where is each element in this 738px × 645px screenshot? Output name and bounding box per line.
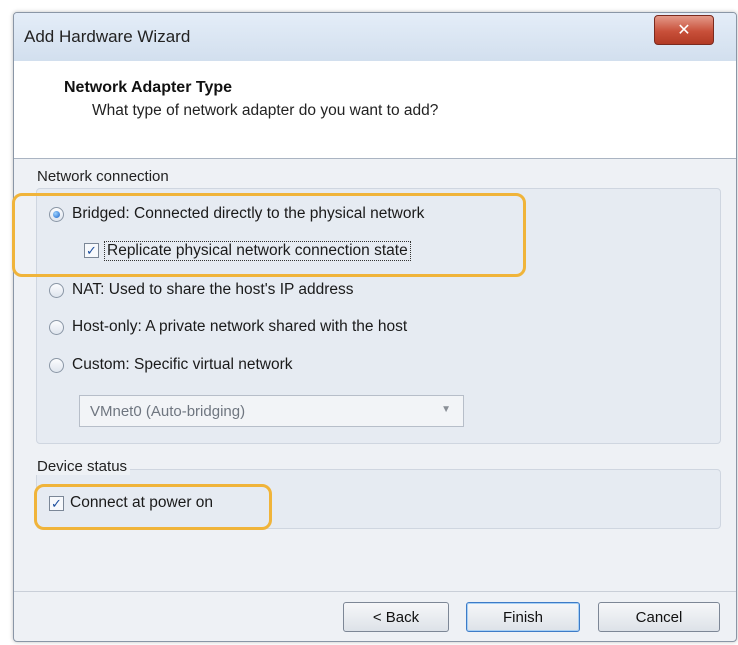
custom-network-value: VMnet0 (Auto-bridging)	[90, 403, 246, 420]
page-title: Network Adapter Type	[64, 79, 233, 96]
custom-network-select[interactable]: VMnet0 (Auto-bridging) ▼	[79, 395, 464, 427]
bridged-radio[interactable]	[49, 207, 64, 222]
close-icon: ✕	[677, 22, 691, 39]
wizard-header: Network Adapter Type What type of networ…	[14, 61, 736, 159]
chevron-down-icon: ▼	[441, 404, 451, 415]
connect-power-label[interactable]: Connect at power on	[70, 494, 213, 512]
title-bar: Add Hardware Wizard ✕	[14, 13, 736, 62]
host-only-radio[interactable]	[49, 320, 64, 335]
custom-radio[interactable]	[49, 358, 64, 373]
nat-radio[interactable]	[49, 283, 64, 298]
back-button[interactable]: < Back	[343, 602, 449, 632]
bridged-label[interactable]: Bridged: Connected directly to the physi…	[72, 205, 424, 223]
footer-divider	[14, 591, 736, 592]
close-button[interactable]: ✕	[654, 15, 714, 45]
host-only-label[interactable]: Host-only: A private network shared with…	[72, 318, 407, 336]
checkmark-icon: ✓	[86, 243, 97, 258]
wizard-window: Add Hardware Wizard ✕ Network Adapter Ty…	[13, 12, 737, 642]
nat-label[interactable]: NAT: Used to share the host's IP address	[72, 281, 354, 299]
page-subtitle: What type of network adapter do you want…	[92, 102, 439, 119]
device-status-label: Device status	[34, 458, 131, 475]
finish-button[interactable]: Finish	[466, 602, 580, 632]
checkmark-icon: ✓	[51, 496, 62, 511]
replicate-state-label[interactable]: Replicate physical network connection st…	[104, 241, 411, 261]
cancel-button[interactable]: Cancel	[598, 602, 720, 632]
replicate-state-checkbox[interactable]: ✓	[84, 243, 99, 258]
custom-label[interactable]: Custom: Specific virtual network	[72, 356, 293, 374]
network-connection-label: Network connection	[34, 168, 172, 185]
window-title: Add Hardware Wizard	[24, 27, 191, 46]
connect-power-checkbox[interactable]: ✓	[49, 496, 64, 511]
